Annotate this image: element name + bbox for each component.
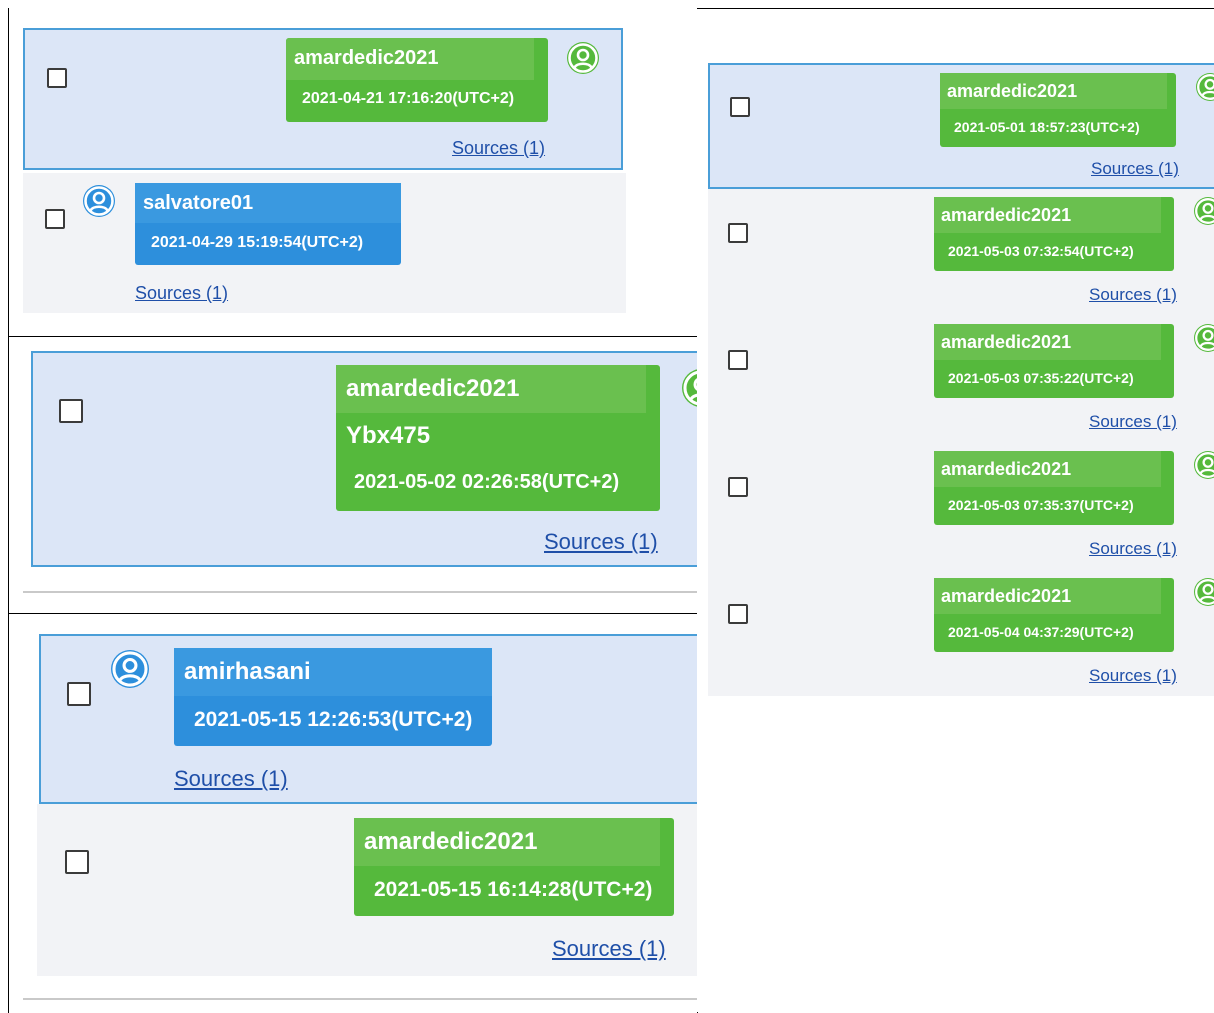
checkbox-icon[interactable]: [730, 97, 750, 117]
message-bubble[interactable]: amardedic2021 2021-04-21 17:16:20(UTC+2): [286, 38, 548, 122]
user-avatar-icon: [1194, 578, 1214, 606]
sender-name: amardedic2021: [336, 365, 646, 413]
message-timestamp: 2021-05-01 18:57:23(UTC+2): [954, 119, 1140, 135]
message-timestamp: 2021-05-02 02:26:58(UTC+2): [354, 471, 620, 493]
sources-link[interactable]: Sources (1): [452, 138, 545, 159]
message-row[interactable]: amardedic2021 2021-05-03 07:35:37(UTC+2)…: [708, 443, 1214, 570]
message-timestamp: 2021-05-15 12:26:53(UTC+2): [194, 708, 473, 731]
message-bubble[interactable]: amardedic2021 2021-05-03 07:32:54(UTC+2): [934, 197, 1174, 271]
sources-link[interactable]: Sources (1): [1089, 412, 1177, 432]
sender-name: amardedic2021: [934, 451, 1161, 487]
checkbox-icon[interactable]: [728, 223, 748, 243]
checkbox-icon[interactable]: [728, 477, 748, 497]
message-body: Ybx475: [346, 422, 431, 449]
sources-link[interactable]: Sources (1): [544, 529, 658, 555]
message-row[interactable]: amardedic2021 2021-05-03 07:35:22(UTC+2)…: [708, 316, 1214, 443]
sources-link[interactable]: Sources (1): [1089, 666, 1177, 686]
sources-link[interactable]: Sources (1): [1089, 285, 1177, 305]
sender-name: amardedic2021: [934, 578, 1161, 614]
user-avatar-icon: [1194, 197, 1214, 225]
user-avatar-icon: [111, 650, 149, 688]
message-timestamp: 2021-05-03 07:35:37(UTC+2): [948, 497, 1134, 513]
message-timestamp: 2021-05-03 07:32:54(UTC+2): [948, 243, 1134, 259]
message-bubble[interactable]: salvatore01 2021-04-29 15:19:54(UTC+2): [135, 183, 401, 265]
message-row[interactable]: amardedic2021 2021-05-04 04:37:29(UTC+2)…: [708, 570, 1214, 696]
sender-name: amardedic2021: [940, 73, 1167, 109]
screenshot-panel-a: amardedic2021 2021-04-21 17:16:20(UTC+2)…: [8, 8, 698, 338]
message-timestamp: 2021-04-29 15:19:54(UTC+2): [151, 234, 364, 251]
message-timestamp: 2021-05-04 04:37:29(UTC+2): [948, 624, 1134, 640]
user-avatar-icon: [1194, 451, 1214, 479]
checkbox-icon[interactable]: [59, 399, 83, 423]
checkbox-icon[interactable]: [65, 850, 89, 874]
message-bubble[interactable]: amardedic2021 2021-05-01 18:57:23(UTC+2): [940, 73, 1176, 147]
message-row[interactable]: amardedic2021 2021-05-03 07:32:54(UTC+2)…: [708, 189, 1214, 316]
message-row[interactable]: amardedic2021 2021-05-01 18:57:23(UTC+2)…: [708, 63, 1214, 189]
sender-name: amardedic2021: [934, 197, 1161, 233]
checkbox-icon[interactable]: [45, 209, 65, 229]
message-timestamp: 2021-04-21 17:16:20(UTC+2): [302, 90, 515, 107]
sources-link[interactable]: Sources (1): [135, 283, 228, 304]
sources-link[interactable]: Sources (1): [1091, 159, 1179, 179]
message-row[interactable]: amirhasani 2021-05-15 12:26:53(UTC+2) So…: [39, 634, 697, 804]
sender-name: amardedic2021: [286, 38, 534, 80]
message-row[interactable]: amardedic2021 Ybx475 2021-05-02 02:26:58…: [31, 351, 697, 567]
user-avatar-icon: [83, 185, 115, 217]
message-bubble[interactable]: amardedic2021 2021-05-03 07:35:22(UTC+2): [934, 324, 1174, 398]
message-bubble[interactable]: amardedic2021 2021-05-15 16:14:28(UTC+2): [354, 818, 674, 916]
message-row[interactable]: amardedic2021 2021-05-15 16:14:28(UTC+2)…: [37, 804, 697, 976]
checkbox-icon[interactable]: [47, 68, 67, 88]
message-row[interactable]: amardedic2021 2021-04-21 17:16:20(UTC+2)…: [23, 28, 623, 170]
screenshot-panel-d: amardedic2021 2021-05-01 18:57:23(UTC+2)…: [697, 8, 1214, 1012]
message-bubble[interactable]: amardedic2021 2021-05-04 04:37:29(UTC+2): [934, 578, 1174, 652]
sources-link[interactable]: Sources (1): [552, 936, 666, 962]
message-bubble[interactable]: amirhasani 2021-05-15 12:26:53(UTC+2): [174, 648, 492, 746]
screenshot-panel-b: amardedic2021 Ybx475 2021-05-02 02:26:58…: [8, 336, 698, 614]
divider: [23, 591, 697, 593]
message-timestamp: 2021-05-15 16:14:28(UTC+2): [374, 878, 653, 901]
user-avatar-icon: [567, 42, 599, 74]
sender-name: amirhasani: [174, 648, 492, 696]
divider: [23, 998, 697, 1000]
user-avatar-icon: [1196, 73, 1214, 101]
checkbox-icon[interactable]: [728, 350, 748, 370]
user-avatar-icon: [1194, 324, 1214, 352]
message-timestamp: 2021-05-03 07:35:22(UTC+2): [948, 370, 1134, 386]
sources-link[interactable]: Sources (1): [1089, 539, 1177, 559]
user-avatar-icon: [682, 369, 697, 407]
sender-name: salvatore01: [135, 183, 401, 223]
screenshot-panel-c: amirhasani 2021-05-15 12:26:53(UTC+2) So…: [8, 613, 698, 1013]
sender-name: amardedic2021: [934, 324, 1161, 360]
sources-link[interactable]: Sources (1): [174, 766, 288, 792]
checkbox-icon[interactable]: [728, 604, 748, 624]
sender-name: amardedic2021: [354, 818, 660, 866]
message-row[interactable]: salvatore01 2021-04-29 15:19:54(UTC+2) S…: [23, 173, 626, 313]
checkbox-icon[interactable]: [67, 682, 91, 706]
message-bubble[interactable]: amardedic2021 Ybx475 2021-05-02 02:26:58…: [336, 365, 660, 511]
message-bubble[interactable]: amardedic2021 2021-05-03 07:35:37(UTC+2): [934, 451, 1174, 525]
